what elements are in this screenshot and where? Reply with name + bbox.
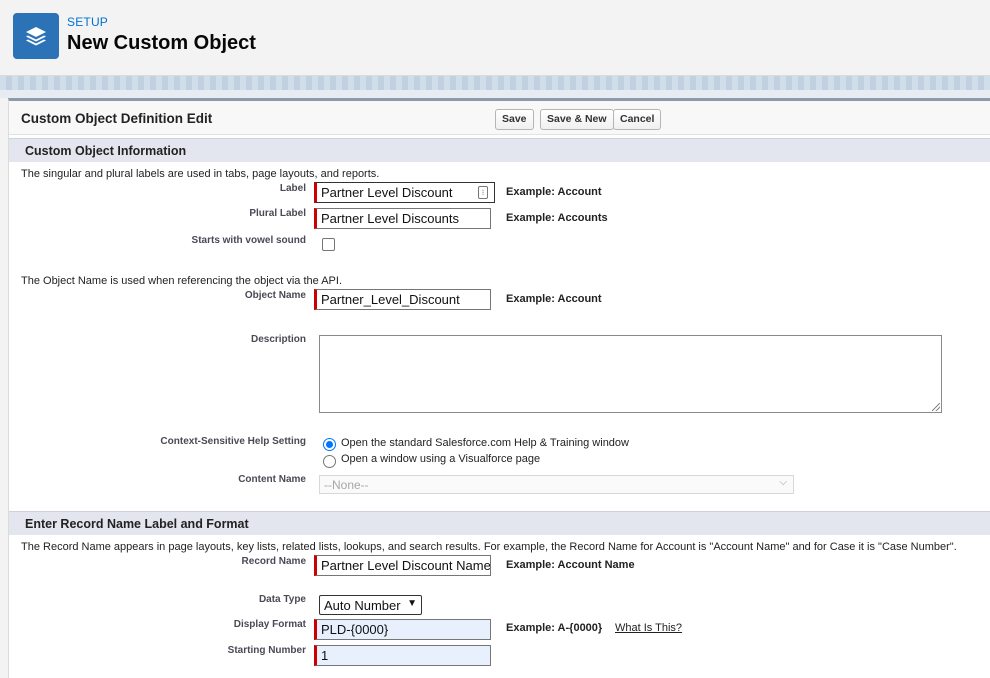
description-textarea[interactable]	[319, 335, 942, 413]
help-option-standard-radio[interactable]	[323, 438, 336, 451]
starting-number-label: Starting Number	[227, 645, 306, 656]
display-format-label: Display Format	[233, 619, 306, 630]
what-is-this-link[interactable]: What Is This?	[615, 622, 682, 634]
vowel-sound-label: Starts with vowel sound	[191, 235, 306, 246]
layers-icon	[13, 13, 59, 59]
label-example: Example: Account	[506, 186, 602, 198]
section-header-custom-object-information: Custom Object Information	[9, 138, 990, 162]
content-name-select: --None-- ⌵	[319, 475, 794, 494]
panel-header: Custom Object Definition Edit Save Save …	[9, 101, 990, 135]
help-setting-label: Context-Sensitive Help Setting	[160, 436, 306, 447]
help-option-visualforce-label[interactable]: Open a window using a Visualforce page	[341, 453, 540, 465]
decorative-banner	[0, 76, 990, 90]
content-name-value: --None--	[324, 478, 369, 492]
help-option-standard-label[interactable]: Open the standard Salesforce.com Help & …	[341, 437, 629, 449]
content-name-label: Content Name	[238, 474, 306, 485]
help-option-visualforce-radio[interactable]	[323, 455, 336, 468]
edit-panel: Custom Object Definition Edit Save Save …	[8, 98, 990, 678]
lock-icon: ⁝	[478, 186, 488, 199]
object-name-example: Example: Account	[506, 293, 602, 305]
chevron-down-icon: ⌵	[779, 477, 787, 488]
breadcrumb-setup: SETUP	[67, 15, 109, 29]
data-type-select[interactable]: Auto Number ▼	[319, 595, 422, 615]
label-field-label: Label	[279, 183, 306, 194]
cancel-button[interactable]: Cancel	[613, 109, 662, 130]
starting-number-input[interactable]: 1	[314, 645, 491, 666]
panel-title: Custom Object Definition Edit	[21, 111, 213, 126]
object-name-input[interactable]: Partner_Level_Discount	[314, 289, 491, 310]
save-button[interactable]: Save	[495, 109, 534, 130]
display-format-input[interactable]: PLD-{0000}	[314, 619, 491, 640]
decorative-banner-strip	[0, 90, 990, 98]
label-input-value: Partner Level Discount	[321, 185, 453, 200]
plural-label-input[interactable]: Partner Level Discounts	[314, 208, 491, 229]
data-type-value: Auto Number	[324, 598, 401, 613]
record-name-label: Record Name	[241, 556, 306, 567]
label-input[interactable]: Partner Level Discount ⁝	[314, 182, 495, 203]
chevron-down-icon: ▼	[407, 598, 417, 609]
record-name-input[interactable]: Partner Level Discount Name	[314, 555, 491, 576]
description-label: Description	[250, 334, 306, 345]
page-header: SETUP New Custom Object	[0, 0, 990, 76]
plural-label-field-label: Plural Label	[249, 208, 306, 219]
object-name-label: Object Name	[244, 290, 306, 301]
record-name-note: The Record Name appears in page layouts,…	[21, 541, 957, 553]
vowel-sound-checkbox[interactable]	[322, 238, 335, 251]
display-format-example: Example: A-{0000}	[506, 622, 603, 634]
plural-label-example: Example: Accounts	[506, 212, 608, 224]
record-name-example: Example: Account Name	[506, 559, 635, 571]
labels-note: The singular and plural labels are used …	[21, 168, 380, 180]
page-title: New Custom Object	[67, 32, 256, 54]
section-header-record-name: Enter Record Name Label and Format	[9, 511, 990, 535]
save-and-new-button[interactable]: Save & New	[540, 109, 614, 130]
data-type-label: Data Type	[258, 594, 306, 605]
object-name-note: The Object Name is used when referencing…	[21, 275, 343, 287]
resize-handle-icon[interactable]	[932, 403, 940, 411]
